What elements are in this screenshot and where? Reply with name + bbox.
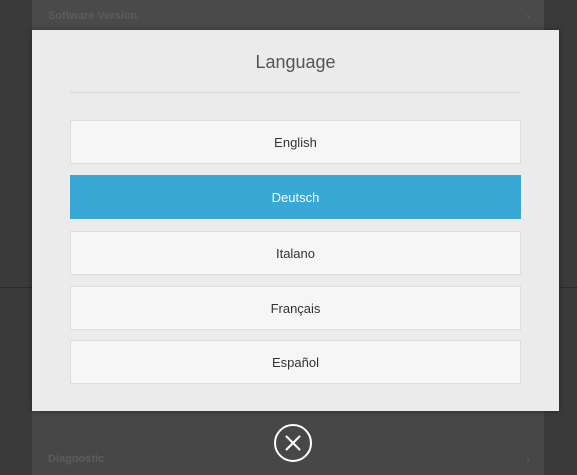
close-circle-icon <box>285 435 301 451</box>
language-option-francais[interactable]: Français <box>70 286 521 330</box>
close-button[interactable] <box>274 424 312 462</box>
language-option-italano[interactable]: Italano <box>70 231 521 275</box>
language-option-espanol[interactable]: Español <box>70 340 521 384</box>
language-dialog: Language English Deutsch Italano Françai… <box>32 30 559 411</box>
background-top-row: Software Version › <box>32 0 544 30</box>
language-option-english[interactable]: English <box>70 120 521 164</box>
chevron-right-icon: › <box>526 9 530 23</box>
title-divider <box>70 92 521 93</box>
background-top-row-label: Software Version <box>48 10 138 22</box>
background-bottom-row-label: Diagnostic <box>48 453 105 465</box>
language-option-deutsch[interactable]: Deutsch <box>70 175 521 219</box>
chevron-right-icon: › <box>526 452 530 466</box>
dialog-title: Language <box>255 52 336 72</box>
